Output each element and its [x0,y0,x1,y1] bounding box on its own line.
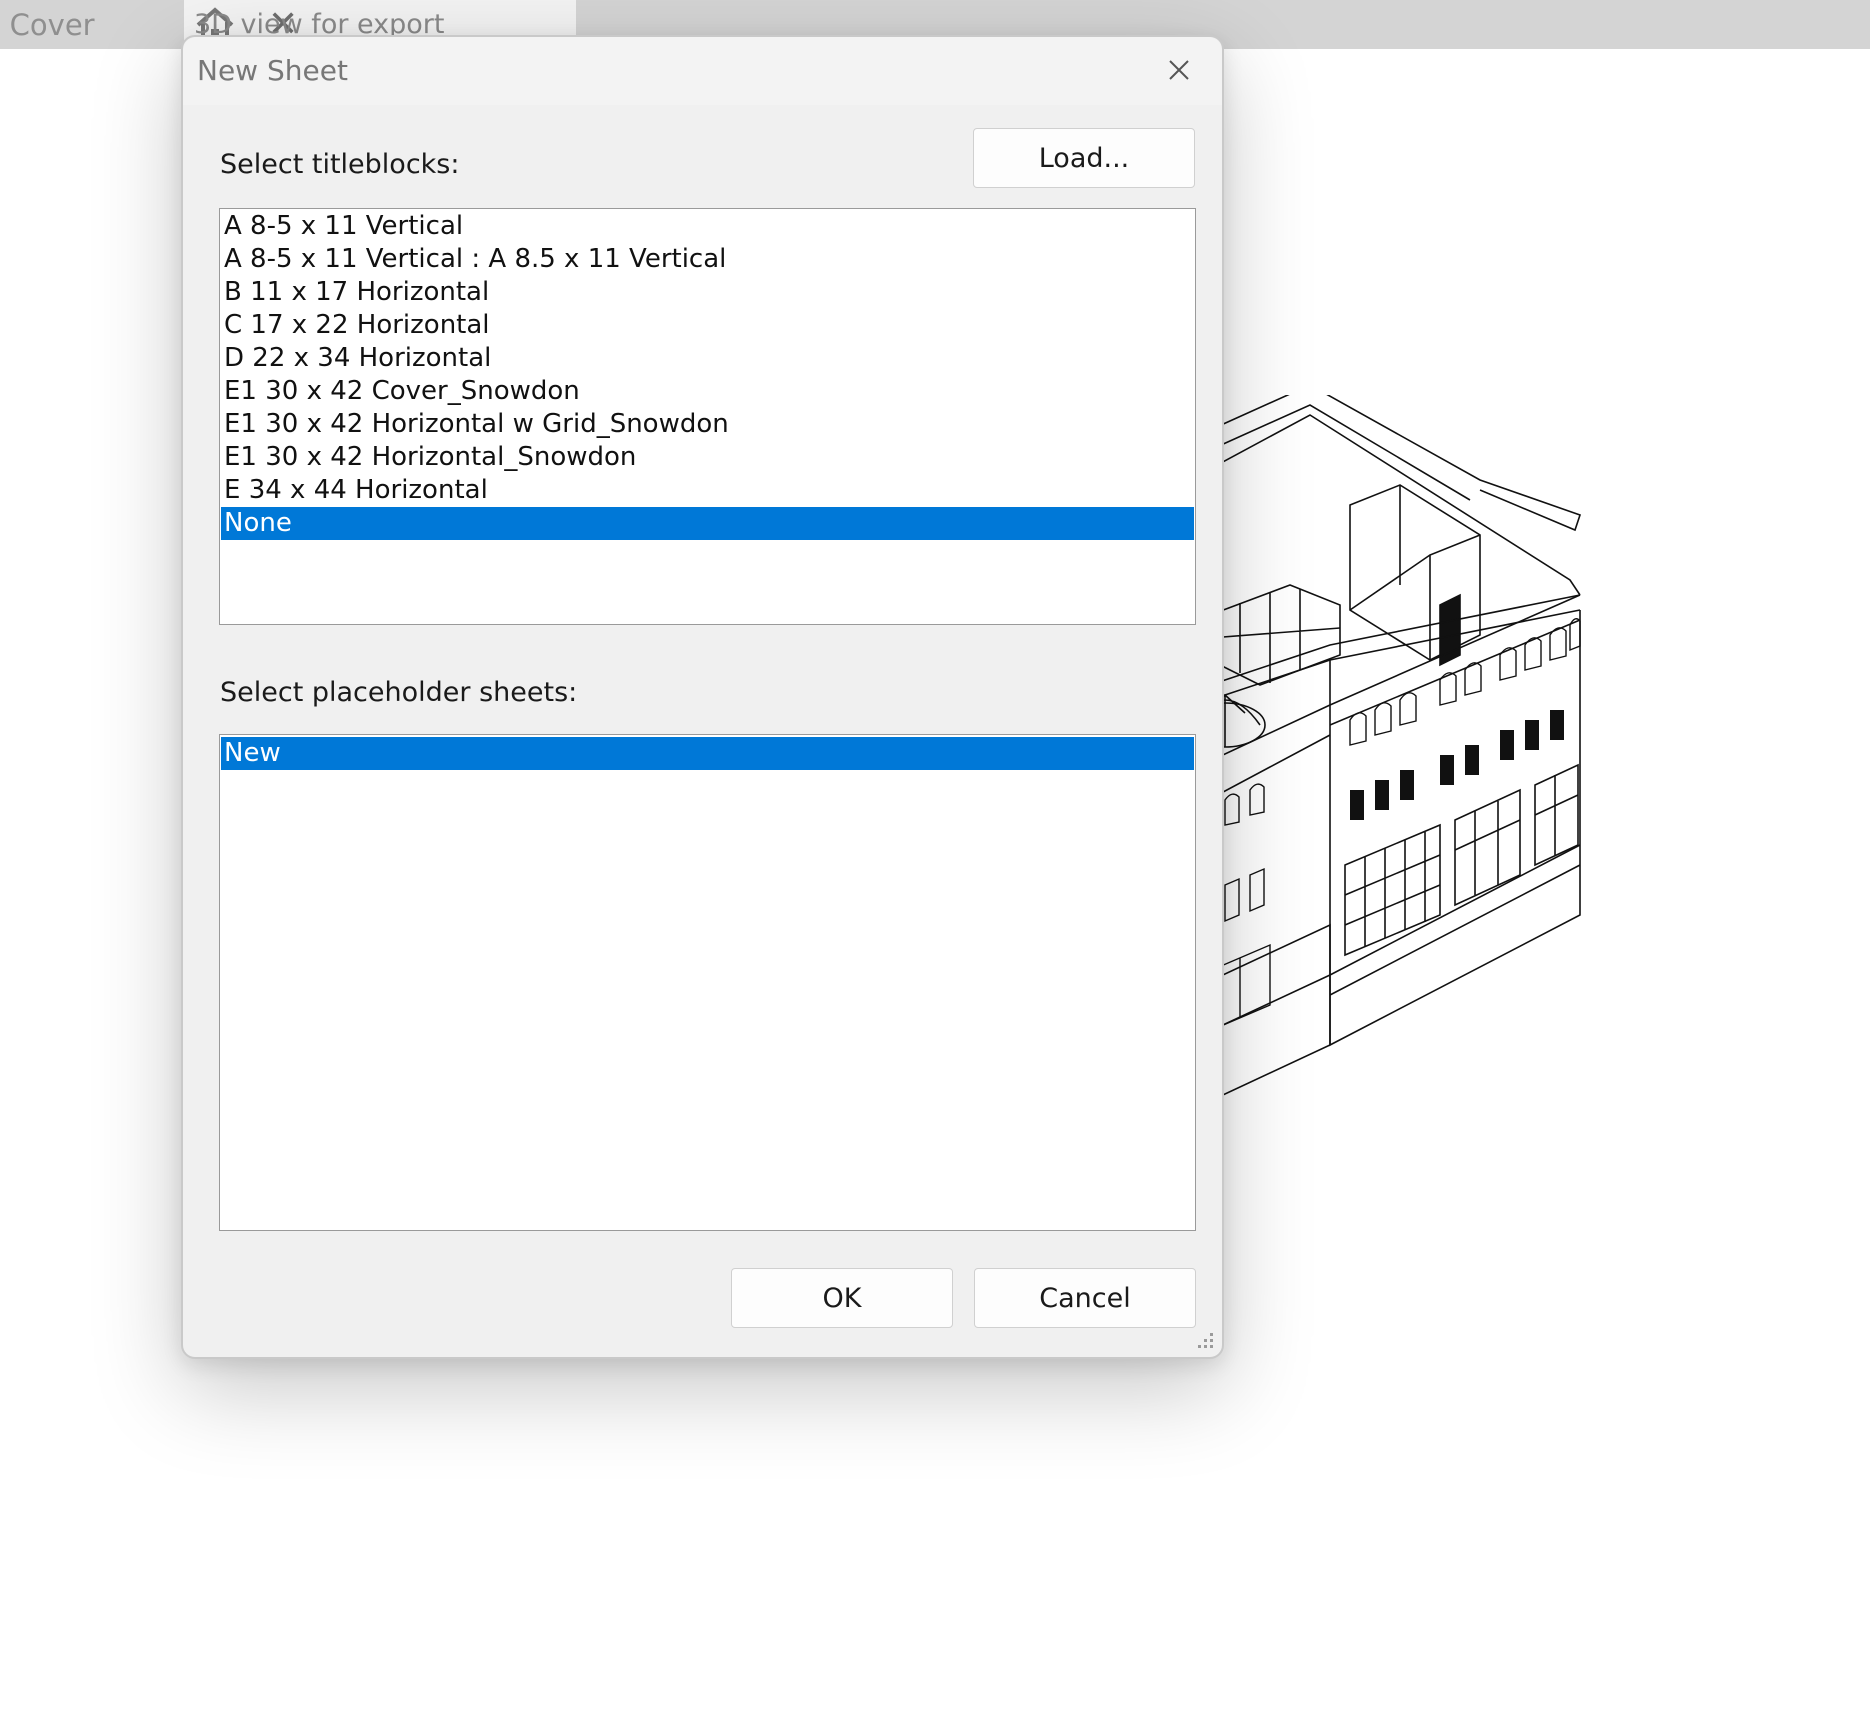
titleblocks-label: Select titleblocks: [220,149,460,180]
cancel-button[interactable]: Cancel [974,1268,1196,1328]
dialog-titlebar[interactable]: New Sheet [183,37,1222,105]
dialog-title: New Sheet [197,54,348,87]
titleblock-list-item[interactable]: None [221,507,1194,540]
close-icon[interactable] [1164,55,1194,85]
titleblock-list-item[interactable]: E1 30 x 42 Horizontal_Snowdon [221,441,1194,474]
titleblock-list-item[interactable]: A 8-5 x 11 Vertical : A 8.5 x 11 Vertica… [221,243,1194,276]
tab-cover[interactable]: - Cover [0,0,160,49]
titleblock-list-item[interactable]: E 34 x 44 Horizontal [221,474,1194,507]
tab-cover-label: - Cover [0,7,95,42]
load-button[interactable]: Load... [973,128,1195,188]
titleblocks-listbox[interactable]: A 8-5 x 11 Vertical A 8-5 x 11 Vertical :… [219,208,1196,625]
resize-grip-icon[interactable] [1194,1329,1216,1351]
titleblock-list-item[interactable]: B 11 x 17 Horizontal [221,276,1194,309]
placeholder-sheets-listbox[interactable]: New [219,734,1196,1231]
new-sheet-dialog: New Sheet Select titleblocks: Load... A … [181,35,1224,1359]
titleblock-list-item[interactable]: A 8-5 x 11 Vertical [221,210,1194,243]
placeholder-sheets-label: Select placeholder sheets: [220,677,578,708]
building-3d-view [1180,395,1582,1116]
titleblock-list-item[interactable]: E1 30 x 42 Horizontal w Grid_Snowdon [221,408,1194,441]
placeholder-sheet-list-item[interactable]: New [221,737,1194,770]
titleblock-list-item[interactable]: C 17 x 22 Horizontal [221,309,1194,342]
titleblock-list-item[interactable]: D 22 x 34 Horizontal [221,342,1194,375]
titleblock-list-item[interactable]: E1 30 x 42 Cover_Snowdon [221,375,1194,408]
ok-button[interactable]: OK [731,1268,953,1328]
